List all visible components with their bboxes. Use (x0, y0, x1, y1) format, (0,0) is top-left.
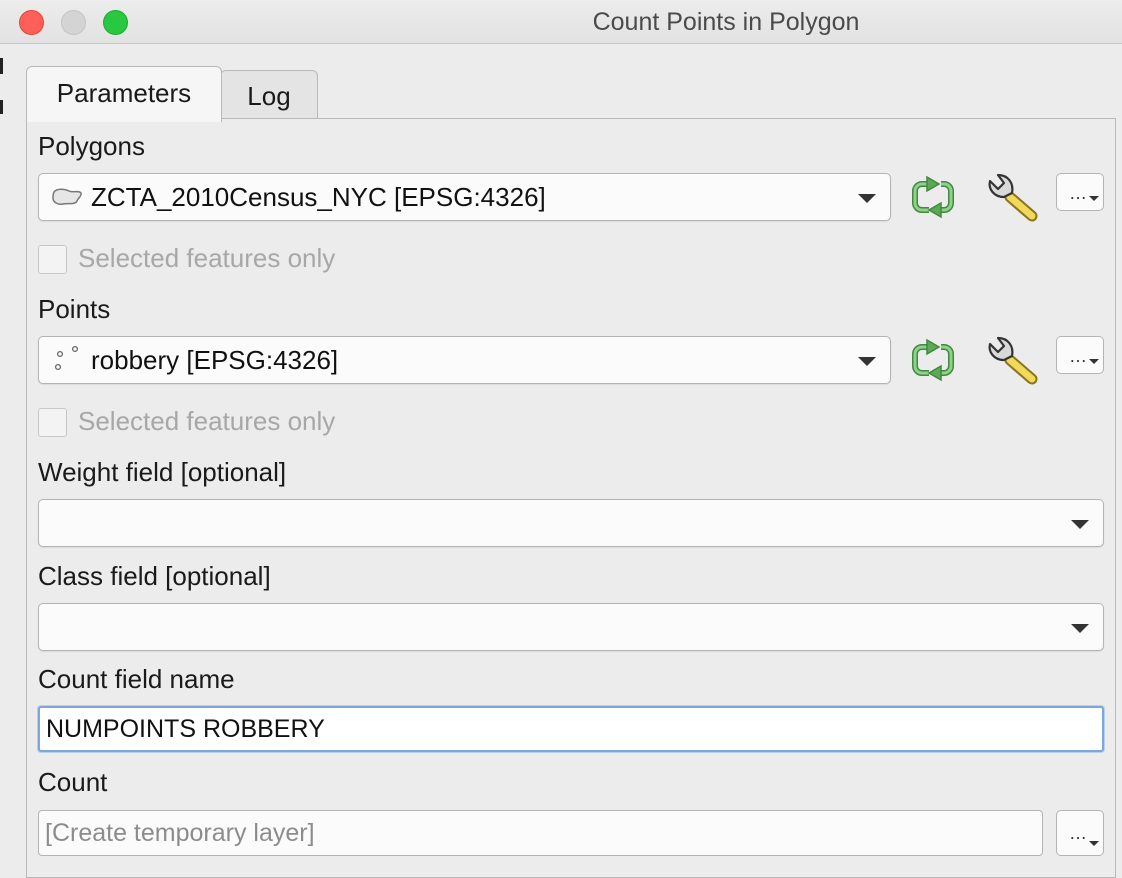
chevron-down-icon (1089, 196, 1099, 201)
count-output-placeholder: [Create temporary layer] (45, 819, 315, 847)
dialog-window: Count Points in Polygon Parameters Log P… (0, 0, 1122, 878)
tab-parameters-label: Parameters (56, 78, 192, 108)
wrench-icon (988, 336, 1038, 385)
chevron-down-icon (1071, 520, 1089, 529)
weight-field-select[interactable] (38, 499, 1104, 547)
count-field-name-label: Count field name (38, 664, 235, 694)
polygons-selected-only-label: Selected features only (78, 243, 336, 273)
iterate-over-layer-button[interactable] (909, 336, 961, 384)
point-layer-icon (53, 345, 83, 378)
iterate-over-layer-button[interactable] (909, 173, 961, 221)
polygons-layer-value: ZCTA_2010Census_NYC [EPSG:4326] (91, 182, 546, 212)
background-edge-artifact (0, 100, 3, 114)
count-output-input[interactable]: [Create temporary layer] (38, 810, 1043, 856)
advanced-options-button[interactable] (984, 171, 1038, 222)
count-output-browse-label: … (1069, 823, 1087, 843)
points-selected-only-checkbox[interactable] (38, 408, 67, 437)
polygons-label: Polygons (38, 131, 145, 161)
advanced-options-button[interactable] (984, 334, 1038, 385)
window-title: Count Points in Polygon (592, 8, 860, 36)
points-layer-select[interactable]: robbery [EPSG:4326] (38, 336, 891, 384)
points-browse-label: … (1069, 346, 1087, 366)
count-field-name-value: NUMPOINTS ROBBERY (46, 715, 325, 743)
background-edge-artifact (0, 58, 3, 74)
polygons-browse-button[interactable]: … (1056, 173, 1104, 211)
class-field-label: Class field [optional] (38, 561, 271, 591)
count-output-browse-button[interactable]: … (1056, 810, 1104, 856)
points-layer-value: robbery [EPSG:4326] (91, 345, 339, 375)
chevron-down-icon (858, 357, 876, 366)
count-field-name-input[interactable]: NUMPOINTS ROBBERY (38, 706, 1104, 752)
polygons-layer-select[interactable]: ZCTA_2010Census_NYC [EPSG:4326] (38, 173, 891, 221)
title-bar: Count Points in Polygon (0, 0, 1122, 44)
count-output-label: Count (38, 767, 108, 797)
polygons-browse-label: … (1069, 183, 1087, 203)
chevron-down-icon (1089, 359, 1099, 364)
polygons-selected-only-checkbox[interactable] (38, 245, 67, 274)
parameters-panel (26, 118, 1116, 878)
iterate-icon (912, 175, 954, 219)
chevron-down-icon (1071, 624, 1089, 633)
chevron-down-icon (1089, 841, 1099, 846)
tab-log[interactable]: Log (220, 70, 318, 120)
tab-parameters[interactable]: Parameters (26, 66, 222, 122)
points-label: Points (38, 294, 111, 324)
iterate-icon (912, 338, 954, 382)
points-browse-button[interactable]: … (1056, 336, 1104, 374)
chevron-down-icon (858, 194, 876, 203)
polygon-layer-icon (51, 186, 83, 213)
points-selected-only-label: Selected features only (78, 406, 336, 436)
wrench-icon (988, 173, 1038, 222)
tab-log-label: Log (247, 81, 291, 111)
weight-field-label: Weight field [optional] (38, 457, 287, 487)
class-field-select[interactable] (38, 603, 1104, 651)
